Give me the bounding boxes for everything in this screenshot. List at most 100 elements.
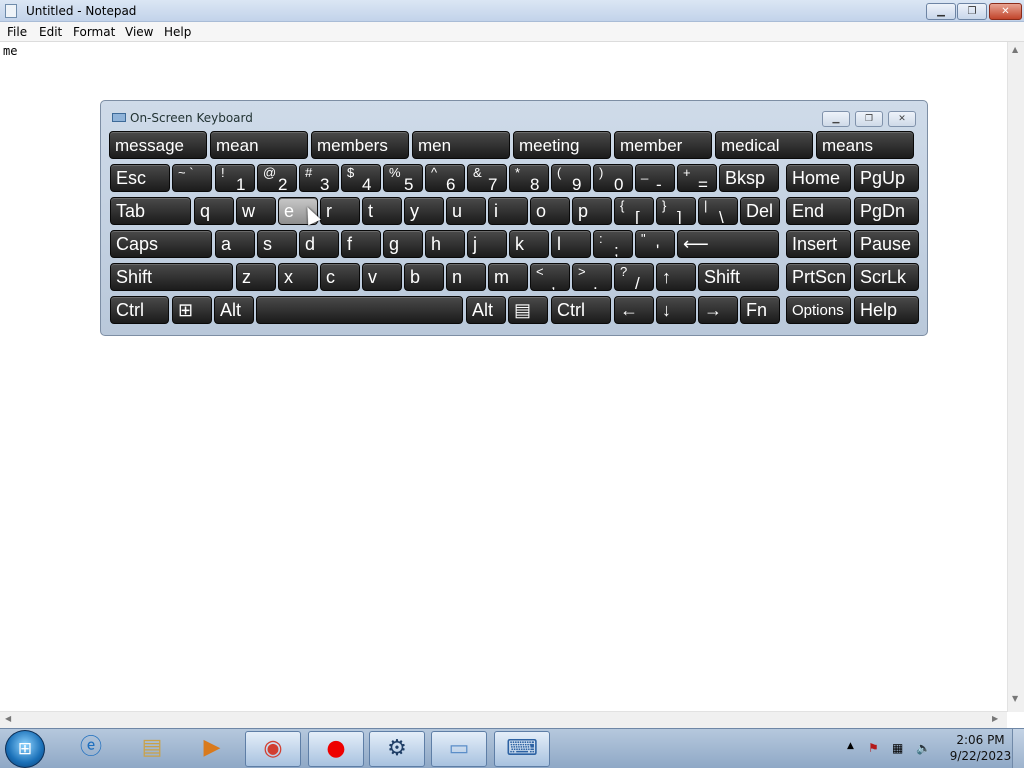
screen-recorder-icon[interactable]: ● — [308, 731, 364, 767]
menu-edit[interactable]: Edit — [39, 24, 62, 40]
key-pgdn[interactable]: PgDn — [854, 197, 919, 225]
key-d[interactable]: d — [299, 230, 339, 258]
key-q[interactable]: q — [194, 197, 234, 225]
key-x[interactable]: x — [278, 263, 318, 291]
key-left-arrow[interactable]: ← — [614, 296, 654, 324]
key-pause[interactable]: Pause — [854, 230, 919, 258]
key-8[interactable]: * 8 — [509, 164, 549, 192]
key-6[interactable]: ^ 6 — [425, 164, 465, 192]
key-end[interactable]: End — [786, 197, 851, 225]
key-y[interactable]: y — [404, 197, 444, 225]
key-r[interactable]: r — [320, 197, 360, 225]
key-space[interactable] — [256, 296, 463, 324]
key-bksp[interactable]: Bksp — [719, 164, 779, 192]
key-left-ctrl[interactable]: Ctrl — [110, 296, 169, 324]
key-w[interactable]: w — [236, 197, 276, 225]
close-button[interactable]: ✕ — [989, 3, 1022, 20]
internet-explorer-icon[interactable]: ⓔ — [63, 731, 119, 767]
key-f[interactable]: f — [341, 230, 381, 258]
key--[interactable]: <, — [530, 263, 570, 291]
key--[interactable]: + = — [677, 164, 717, 192]
key--[interactable]: ? / — [614, 263, 654, 291]
key-esc[interactable]: Esc — [110, 164, 170, 192]
scroll-left-icon[interactable]: ◀ — [5, 714, 11, 723]
key-a[interactable]: a — [215, 230, 255, 258]
media-player-icon[interactable]: ▶ — [184, 731, 240, 767]
key-z[interactable]: z — [236, 263, 276, 291]
menu-help[interactable]: Help — [164, 24, 191, 40]
key-right-alt[interactable]: Alt — [466, 296, 506, 324]
key-l[interactable]: l — [551, 230, 591, 258]
key-down-arrow[interactable]: ↓ — [656, 296, 696, 324]
suggestion-members[interactable]: members — [311, 131, 409, 159]
suggestion-meeting[interactable]: meeting — [513, 131, 611, 159]
osk-restore-button[interactable]: ❐ — [855, 111, 883, 127]
action-center-icon[interactable]: ⚑ — [868, 741, 879, 755]
key-scrlk[interactable]: ScrLk — [854, 263, 919, 291]
key--[interactable]: :; — [593, 230, 633, 258]
key-up-arrow[interactable]: ↑ — [656, 263, 696, 291]
on-screen-keyboard-taskbar-icon[interactable]: ⌨ — [494, 731, 550, 767]
key-caps[interactable]: Caps — [110, 230, 212, 258]
suggestion-medical[interactable]: medical — [715, 131, 813, 159]
key-help[interactable]: Help — [854, 296, 919, 324]
key-right-shift[interactable]: Shift — [698, 263, 779, 291]
chrome-icon[interactable]: ◉ — [245, 731, 301, 767]
vertical-scrollbar[interactable]: ▲ ▼ — [1007, 42, 1024, 712]
suggestion-mean[interactable]: mean — [210, 131, 308, 159]
key-insert[interactable]: Insert — [786, 230, 851, 258]
osk-close-button[interactable]: ✕ — [888, 111, 916, 127]
key--[interactable]: >. — [572, 263, 612, 291]
clock[interactable]: 2:06 PM 9/22/2023 — [943, 732, 1018, 764]
key--[interactable]: " ' — [635, 230, 675, 258]
key-pgup[interactable]: PgUp — [854, 164, 919, 192]
key--[interactable]: | \ — [698, 197, 738, 225]
document-text-area[interactable]: me — [3, 44, 17, 58]
scroll-right-icon[interactable]: ▶ — [992, 714, 998, 723]
key-b[interactable]: b — [404, 263, 444, 291]
key--[interactable]: {[ — [614, 197, 654, 225]
window-titlebar[interactable]: Untitled - Notepad ▁ ❐ ✕ — [0, 0, 1024, 22]
key-windows[interactable]: ⊞ — [172, 296, 212, 324]
show-hidden-icons-icon[interactable]: ▲ — [847, 741, 854, 751]
key-home[interactable]: Home — [786, 164, 851, 192]
suggestion-means[interactable]: means — [816, 131, 914, 159]
key-m[interactable]: m — [488, 263, 528, 291]
menu-format[interactable]: Format — [73, 24, 115, 40]
key-1[interactable]: ! 1 — [215, 164, 255, 192]
osk-minimize-button[interactable]: ▁ — [822, 111, 850, 127]
key-n[interactable]: n — [446, 263, 486, 291]
key-prtscn[interactable]: PrtScn — [786, 263, 851, 291]
maximize-button[interactable]: ❐ — [957, 3, 987, 20]
key-2[interactable]: @2 — [257, 164, 297, 192]
key-options[interactable]: Options — [786, 296, 851, 324]
key-j[interactable]: j — [467, 230, 507, 258]
show-desktop-button[interactable] — [1012, 729, 1024, 768]
key-3[interactable]: #3 — [299, 164, 339, 192]
notepad-taskbar-icon[interactable]: ▭ — [431, 731, 487, 767]
key-c[interactable]: c — [320, 263, 360, 291]
key-tab[interactable]: Tab — [110, 197, 191, 225]
key-t[interactable]: t — [362, 197, 402, 225]
start-button[interactable]: ⊞ — [5, 730, 45, 768]
horizontal-scrollbar[interactable]: ◀ ▶ — [0, 711, 1007, 728]
scroll-up-icon[interactable]: ▲ — [1012, 45, 1018, 54]
key--[interactable]: }] — [656, 197, 696, 225]
network-app-icon[interactable]: ⚙ — [369, 731, 425, 767]
network-icon[interactable]: ▦ — [892, 741, 903, 755]
key-p[interactable]: p — [572, 197, 612, 225]
key-left-alt[interactable]: Alt — [214, 296, 254, 324]
menu-view[interactable]: View — [125, 24, 153, 40]
key-g[interactable]: g — [383, 230, 423, 258]
key-s[interactable]: s — [257, 230, 297, 258]
key-fn[interactable]: Fn — [740, 296, 780, 324]
minimize-button[interactable]: ▁ — [926, 3, 956, 20]
key-u[interactable]: u — [446, 197, 486, 225]
key-4[interactable]: $4 — [341, 164, 381, 192]
key-right-arrow[interactable]: → — [698, 296, 738, 324]
volume-muted-icon[interactable]: 🔈 — [916, 741, 931, 755]
key-right-ctrl[interactable]: Ctrl — [551, 296, 611, 324]
key-enter[interactable]: ⟵ — [677, 230, 779, 258]
key-menu[interactable]: ▤ — [508, 296, 548, 324]
key-del[interactable]: Del — [740, 197, 780, 225]
